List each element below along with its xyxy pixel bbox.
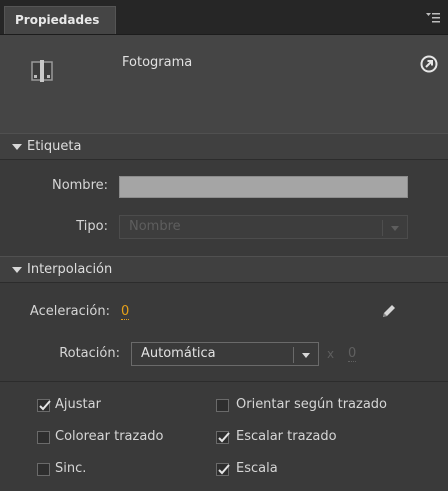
chevron-down-icon [391, 226, 399, 231]
escalar-trazado-checkbox[interactable] [216, 431, 230, 444]
ajustar-checkbox[interactable] [37, 399, 51, 412]
sinc-label: Sinc. [55, 461, 87, 476]
checkmark-icon [39, 400, 51, 411]
panel-tab-bar: Propiedades [0, 0, 448, 35]
chevron-down-icon [302, 353, 310, 358]
orientar-label: Orientar según trazado [236, 397, 388, 412]
panel-menu-icon[interactable] [426, 12, 440, 24]
rotacion-select-value: Automática [141, 346, 216, 361]
frame-title: Fotograma [122, 55, 193, 70]
frame-icon [31, 60, 53, 82]
colorear-label: Colorear trazado [55, 429, 164, 444]
escala-label: Escala [236, 461, 278, 476]
nombre-label: Nombre: [51, 178, 108, 193]
section-interpolacion[interactable]: Interpolación [0, 256, 448, 283]
section-interpolacion-title: Interpolación [27, 262, 113, 277]
ajustar-label: Ajustar [55, 397, 101, 412]
aceleracion-label: Aceleración: [29, 304, 110, 319]
section-etiqueta[interactable]: Etiqueta [0, 133, 448, 160]
sinc-checkbox[interactable] [37, 463, 50, 476]
triangle-down-icon [12, 144, 22, 150]
select-divider [293, 347, 294, 363]
tab-propiedades[interactable]: Propiedades [4, 6, 116, 34]
rotation-times-label: x [327, 347, 335, 361]
rotacion-count: 0 [348, 346, 357, 362]
orientar-checkbox[interactable] [216, 399, 229, 412]
properties-header [0, 35, 448, 134]
tab-label: Propiedades [15, 13, 100, 27]
section-etiqueta-title: Etiqueta [27, 139, 82, 154]
arrow-circle-icon[interactable] [420, 55, 438, 73]
tipo-select-value: Nombre [129, 219, 181, 234]
colorear-checkbox[interactable] [37, 431, 50, 444]
pencil-icon[interactable] [380, 302, 398, 320]
tipo-label: Tipo: [76, 219, 108, 234]
select-divider [382, 220, 383, 236]
rotacion-select[interactable]: Automática [131, 342, 319, 366]
triangle-down-icon [12, 267, 22, 273]
escalar-trazado-label: Escalar trazado [236, 429, 337, 444]
divider [0, 381, 448, 382]
tipo-select: Nombre [119, 215, 408, 239]
escala-checkbox[interactable] [216, 463, 230, 476]
rotacion-label: Rotación: [59, 346, 120, 361]
checkmark-icon [218, 432, 230, 443]
nombre-input[interactable] [119, 176, 408, 198]
checkmark-icon [218, 464, 230, 475]
aceleracion-value[interactable]: 0 [121, 304, 130, 320]
